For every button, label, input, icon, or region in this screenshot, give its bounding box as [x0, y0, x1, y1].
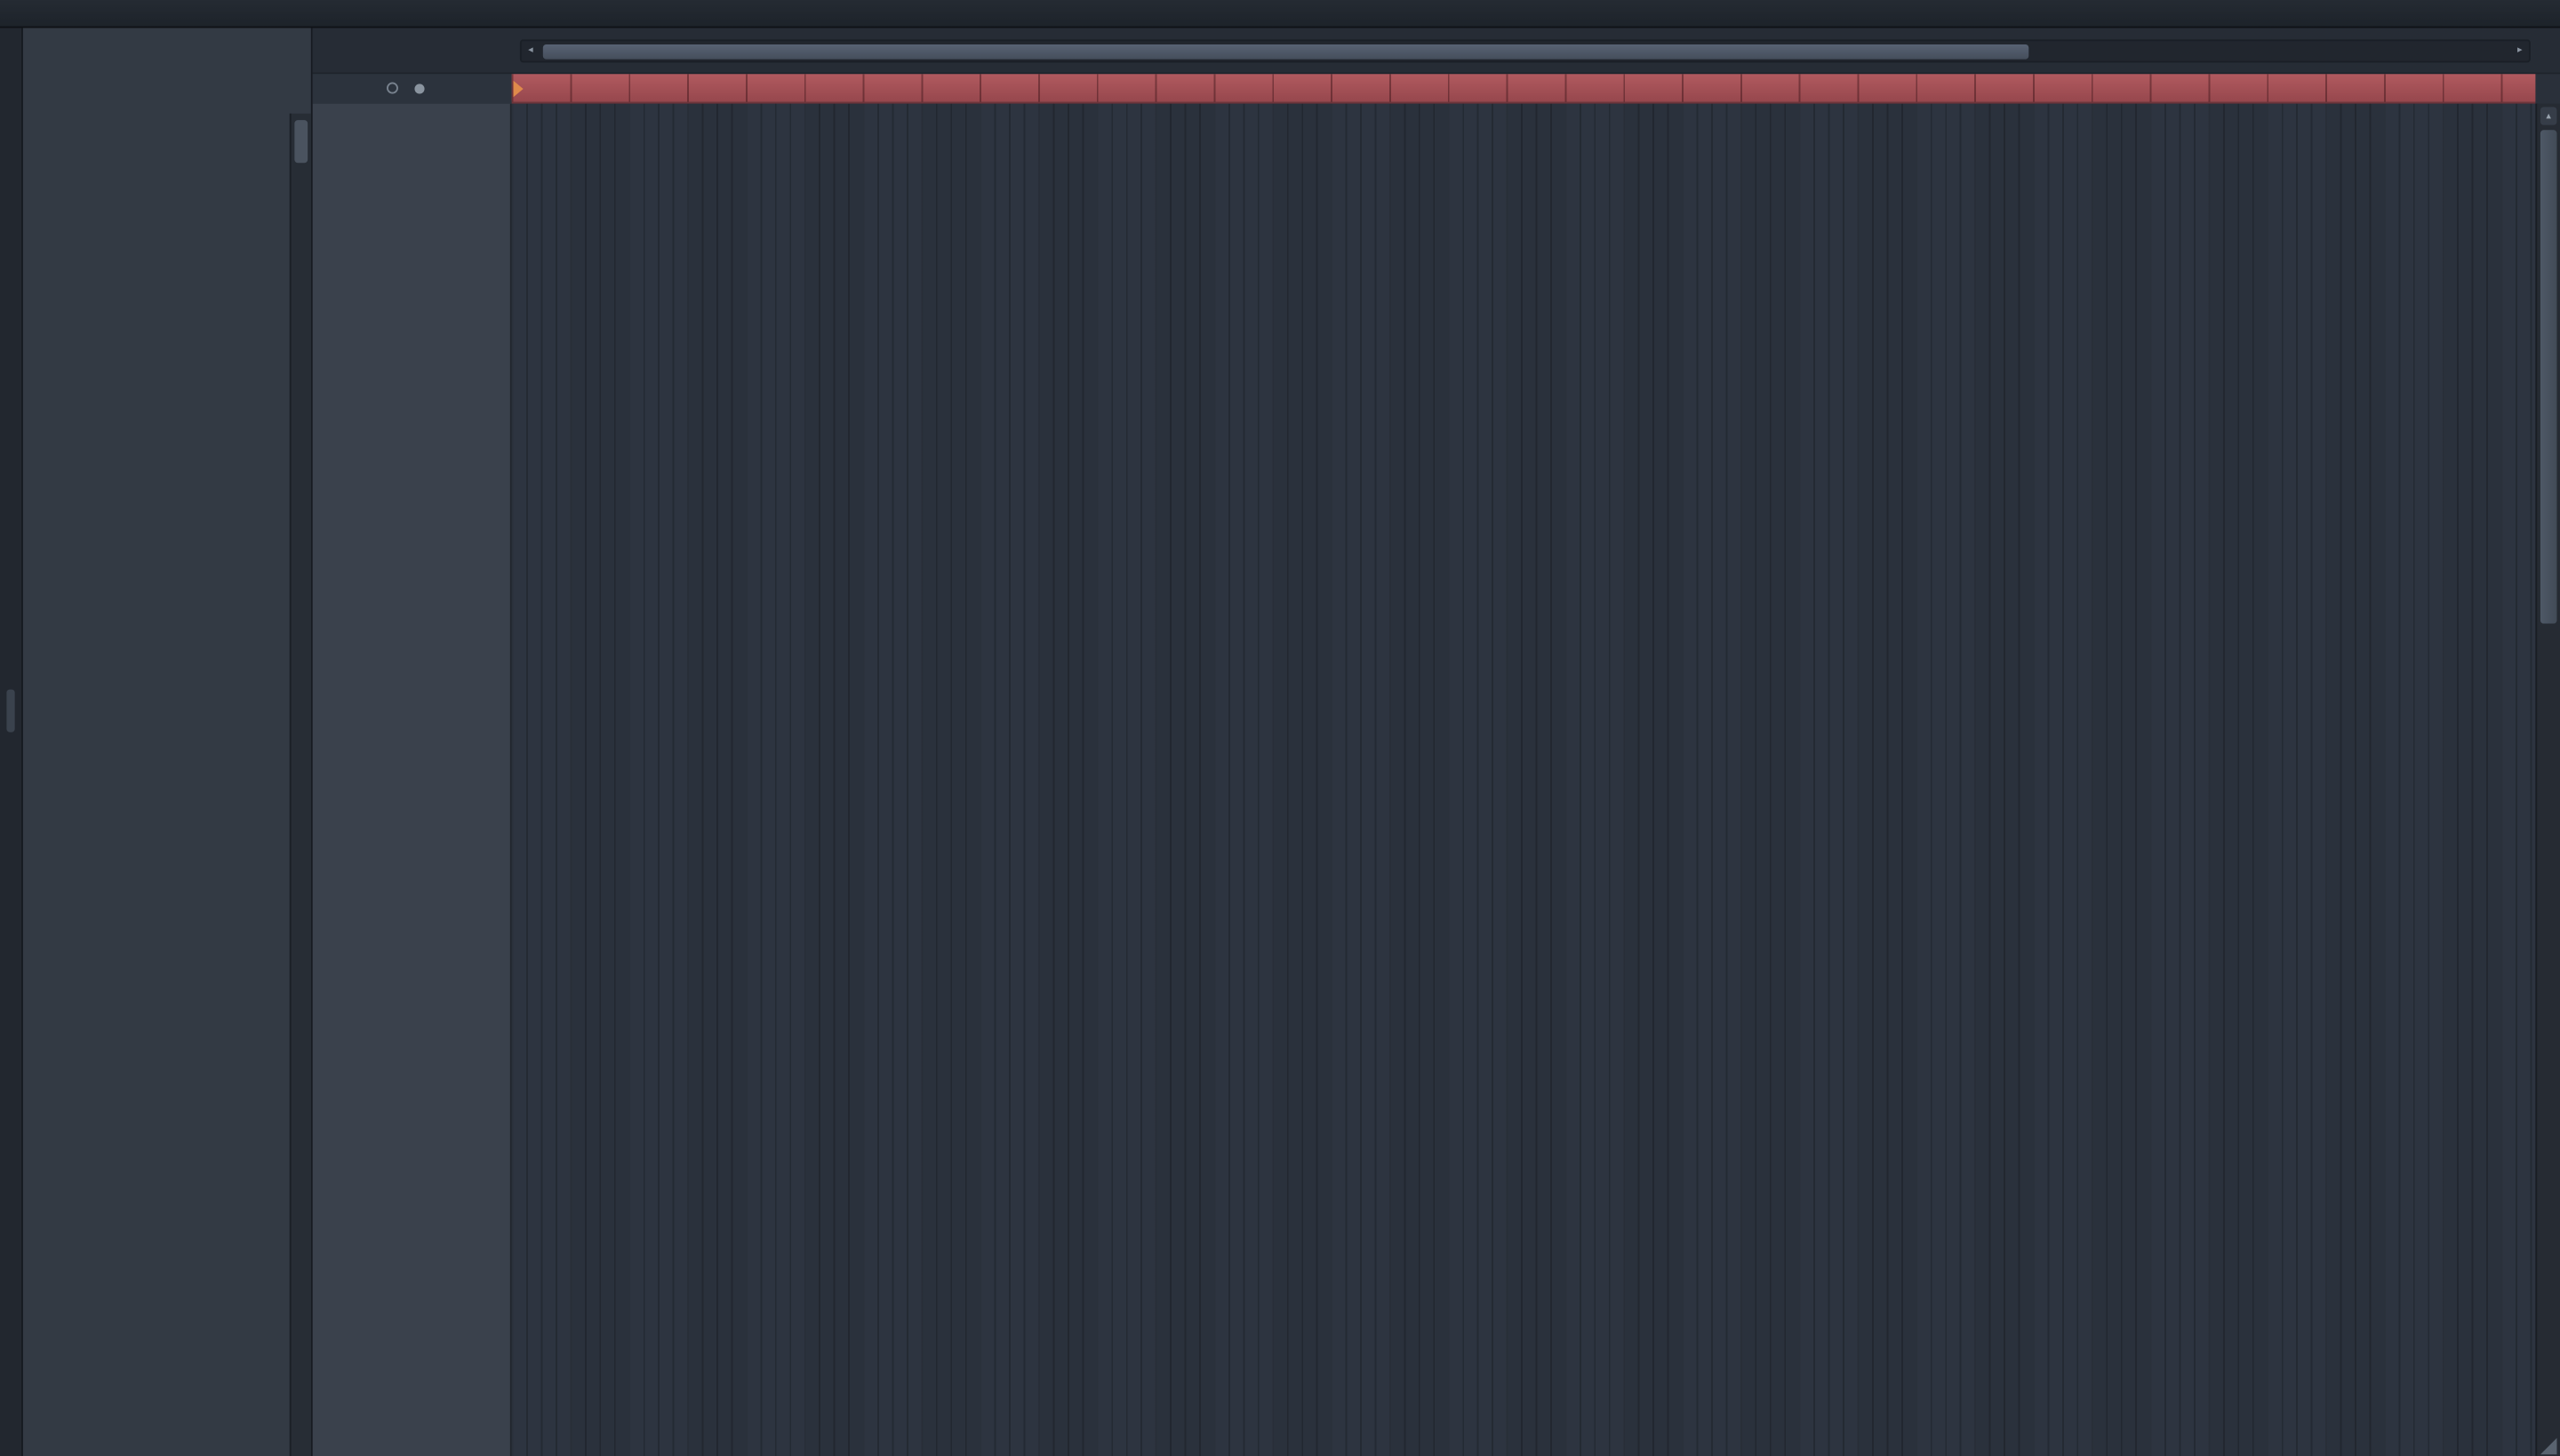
fl-studio-playlist-window: ◂ ▸ ▴	[0, 0, 2560, 1456]
timeline-ruler[interactable]	[511, 74, 2536, 104]
scroll-up-icon[interactable]: ▴	[2540, 107, 2557, 125]
playlist-panel: ◂ ▸ ▴	[312, 28, 2560, 1456]
song-start-marker[interactable]	[513, 80, 524, 98]
snap-toggles	[379, 82, 425, 94]
horizontal-scrollbar-handle[interactable]	[542, 44, 2028, 59]
playlist-body	[312, 103, 2536, 1456]
scroll-left-icon[interactable]: ◂	[522, 41, 540, 60]
titlebar	[0, 0, 2560, 28]
step-toggle[interactable]	[386, 82, 398, 94]
pattern-picker-panel	[22, 28, 313, 1456]
scroll-right-icon[interactable]: ▸	[2511, 41, 2529, 60]
dock-grip[interactable]	[6, 689, 15, 732]
vertical-scrollbar[interactable]: ▴	[2535, 103, 2560, 1456]
playlist-toolbar: ◂ ▸	[312, 28, 2560, 75]
left-dock-strip	[0, 28, 23, 1456]
vertical-scrollbar-handle[interactable]	[2540, 130, 2557, 624]
horizontal-scrollbar[interactable]: ◂ ▸	[519, 39, 2531, 63]
picker-header	[23, 28, 311, 113]
picker-scrollbar-handle[interactable]	[294, 120, 308, 164]
picker-scrollbar[interactable]	[289, 113, 311, 1456]
track-headers	[312, 103, 512, 1456]
resize-grip[interactable]	[2540, 1437, 2557, 1455]
ruler-ticks	[511, 74, 2536, 102]
playlist-grid[interactable]	[511, 103, 2536, 1456]
slide-toggle[interactable]	[414, 83, 425, 93]
